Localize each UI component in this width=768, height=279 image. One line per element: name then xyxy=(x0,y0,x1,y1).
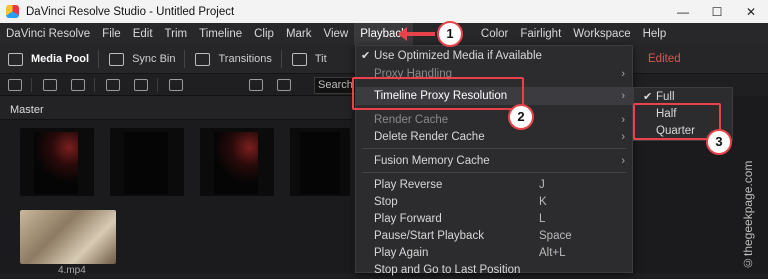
clip-thumbnail[interactable] xyxy=(110,128,184,196)
chevron-right-icon: › xyxy=(621,155,625,167)
menu-timeline[interactable]: Timeline xyxy=(193,23,248,45)
menu-item-fusion-memory-cache[interactable]: Fusion Memory Cache › xyxy=(356,152,632,170)
titles-button[interactable]: Tit xyxy=(284,45,334,74)
menu-item-shortcut: Alt+L xyxy=(539,247,566,259)
transitions-label: Transitions xyxy=(218,53,272,65)
menu-item-shortcut: J xyxy=(539,179,545,191)
menu-item-play-forward[interactable]: Play Forward L xyxy=(356,210,632,228)
clip-thumbnail[interactable] xyxy=(200,128,274,196)
menu-item-label: Play Reverse xyxy=(374,179,443,191)
menu-edit[interactable]: Edit xyxy=(127,23,159,45)
toolbar-divider xyxy=(157,77,158,92)
menu-item-label: Play Forward xyxy=(374,213,442,225)
edited-status: Edited xyxy=(648,53,681,65)
menu-item-label: Delete Render Cache xyxy=(374,131,485,143)
media-pool-label: Media Pool xyxy=(31,53,90,65)
menu-separator xyxy=(362,172,626,173)
minimize-button[interactable]: — xyxy=(666,0,700,23)
menu-item-shortcut: Space xyxy=(539,230,572,242)
clip-thumbnail[interactable] xyxy=(290,128,350,196)
chevron-right-icon: › xyxy=(621,114,625,126)
titles-icon xyxy=(291,52,307,66)
chevron-right-icon: › xyxy=(621,131,625,143)
unlink-icon[interactable] xyxy=(134,78,148,91)
list-view-icon[interactable] xyxy=(277,78,291,91)
clip-thumbnail[interactable] xyxy=(20,210,116,264)
menu-color[interactable]: Color xyxy=(475,23,514,45)
window-title: DaVinci Resolve Studio - Untitled Projec… xyxy=(26,5,235,18)
menu-file[interactable]: File xyxy=(96,23,127,45)
menu-item-use-optimized-media[interactable]: ✔ Use Optimized Media if Available xyxy=(356,47,632,65)
highlight-box-timeline-proxy xyxy=(352,77,524,110)
chevron-right-icon: › xyxy=(621,68,625,80)
menu-item-pause-start-playback[interactable]: Pause/Start Playback Space xyxy=(356,227,632,245)
menu-item-label: Render Cache xyxy=(374,114,449,126)
grid-view-icon[interactable] xyxy=(249,78,263,91)
toolbar-divider xyxy=(94,77,95,92)
sync-bin-button[interactable]: Sync Bin xyxy=(101,45,182,74)
menu-mark[interactable]: Mark xyxy=(280,23,318,45)
menu-item-shortcut: L xyxy=(539,213,546,225)
menu-workspace[interactable]: Workspace xyxy=(567,23,636,45)
sync-bin-label: Sync Bin xyxy=(132,53,176,65)
bin-header xyxy=(0,96,352,120)
toolbar-divider xyxy=(31,77,32,92)
step-badge-1: 1 xyxy=(437,21,463,47)
menu-item-delete-render-cache[interactable]: Delete Render Cache › xyxy=(356,128,632,146)
menu-separator xyxy=(362,148,626,149)
master-bin-label[interactable]: Master xyxy=(10,104,44,116)
menu-help[interactable]: Help xyxy=(637,23,673,45)
maximize-button[interactable]: ☐ xyxy=(700,0,734,23)
menu-item-stop-and-go-to-last-position[interactable]: Stop and Go to Last Position xyxy=(356,261,632,279)
menu-item-shortcut: K xyxy=(539,196,547,208)
window-controls: — ☐ ✕ xyxy=(666,0,768,23)
menu-view[interactable]: View xyxy=(318,23,355,45)
menu-item-label: Pause/Start Playback xyxy=(374,230,484,242)
watermark-text: ©thegeekpage.com xyxy=(741,160,755,270)
step-badge-3: 3 xyxy=(706,129,732,155)
toolbar-divider xyxy=(184,50,186,68)
submenu-item-label: Full xyxy=(656,91,675,103)
chevron-right-icon: › xyxy=(621,90,625,102)
link-icon[interactable] xyxy=(106,78,120,91)
menu-trim[interactable]: Trim xyxy=(159,23,194,45)
metadata-icon[interactable] xyxy=(169,78,183,91)
panel-layout-icon[interactable] xyxy=(8,78,22,91)
step-badge-2: 2 xyxy=(508,104,534,130)
menu-item-label: Stop and Go to Last Position xyxy=(374,264,521,276)
title-bar: DaVinci Resolve Studio - Untitled Projec… xyxy=(0,0,768,23)
menu-item-play-reverse[interactable]: Play Reverse J xyxy=(356,176,632,194)
checkmark-icon: ✔ xyxy=(361,50,371,62)
clip-filename: 4.mp4 xyxy=(58,265,86,276)
menu-item-stop[interactable]: Stop K xyxy=(356,193,632,211)
menu-item-label: Play Again xyxy=(374,247,429,259)
davinci-logo-icon xyxy=(6,5,19,18)
menu-item-play-again[interactable]: Play Again Alt+L xyxy=(356,244,632,262)
import-icon[interactable] xyxy=(43,78,57,91)
transitions-icon xyxy=(195,52,211,66)
clip-thumbnail[interactable] xyxy=(20,128,94,196)
toolbar-divider xyxy=(280,50,282,68)
toolbar-divider xyxy=(98,50,100,68)
menu-item-label: Fusion Memory Cache xyxy=(374,155,490,167)
titles-label: Tit xyxy=(314,53,327,65)
menu-fairlight[interactable]: Fairlight xyxy=(514,23,567,45)
transitions-button[interactable]: Transitions xyxy=(187,45,278,74)
menu-item-label: Stop xyxy=(374,196,398,208)
menu-bar: DaVinci Resolve File Edit Trim Timeline … xyxy=(0,23,768,45)
media-pool-button[interactable]: Media Pool xyxy=(0,45,96,74)
close-button[interactable]: ✕ xyxy=(734,0,768,23)
menu-item-label: Use Optimized Media if Available xyxy=(374,50,542,62)
callout-arrow-icon xyxy=(398,27,435,41)
media-pool-icon xyxy=(8,52,23,66)
sync-bin-icon xyxy=(109,52,125,66)
menu-davinci-resolve[interactable]: DaVinci Resolve xyxy=(0,23,96,45)
menu-clip[interactable]: Clip xyxy=(248,23,280,45)
new-bin-icon[interactable] xyxy=(71,78,85,91)
menu-item-render-cache[interactable]: Render Cache › xyxy=(356,111,632,129)
